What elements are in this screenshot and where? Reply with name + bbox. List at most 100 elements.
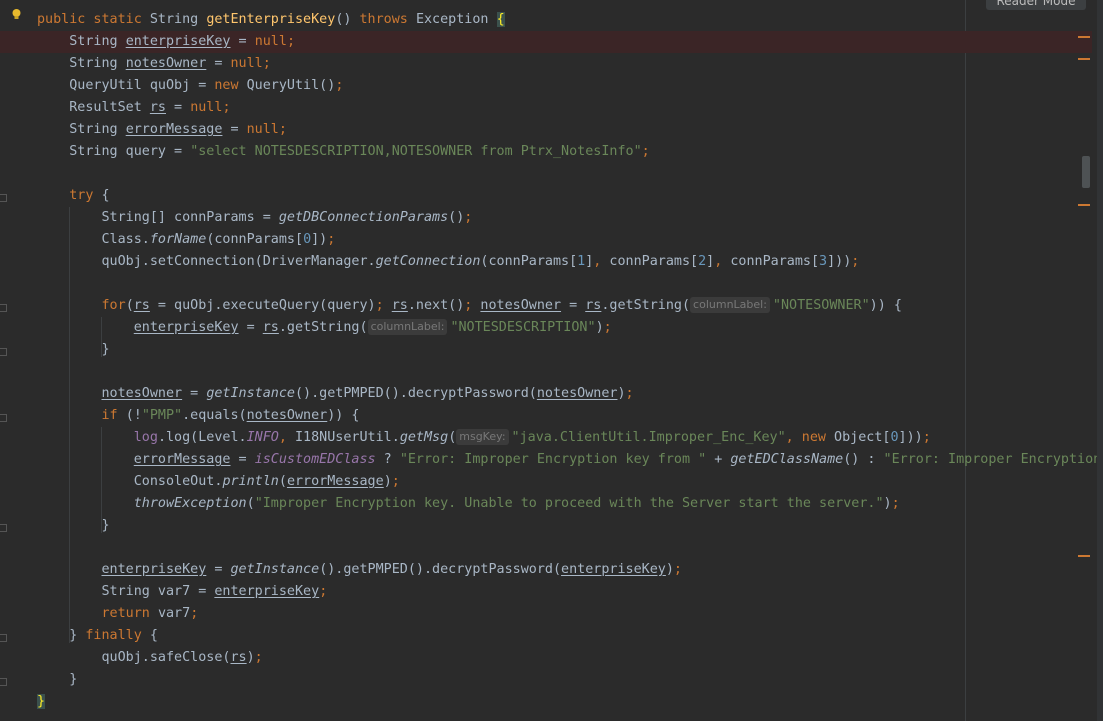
code-token: ( (125, 298, 134, 313)
fold-marker-icon[interactable] (0, 414, 7, 422)
code-token: rs (391, 298, 408, 313)
fold-marker-icon[interactable] (0, 634, 7, 642)
code-line[interactable] (0, 537, 1092, 559)
code-line[interactable] (0, 273, 1092, 295)
code-token: } (37, 694, 46, 709)
code-line[interactable]: return var7; (0, 603, 1092, 625)
scrollbar-thumb[interactable] (1082, 156, 1090, 188)
fold-marker-icon[interactable] (0, 524, 7, 532)
code-text: notesOwner = getInstance().getPMPED().de… (37, 383, 634, 405)
code-line[interactable]: String var7 = enterpriseKey; (0, 581, 1092, 603)
code-token: ; (673, 562, 682, 577)
code-line[interactable]: enterpriseKey = rs.getString(columnLabel… (0, 317, 1092, 339)
code-text: throwException("Improper Encryption key.… (37, 493, 900, 515)
code-token: forName (149, 232, 207, 247)
code-token: 0 (303, 232, 312, 247)
code-token: = (182, 386, 207, 401)
code-token: enterpriseKey (561, 562, 666, 577)
code-token: ( (278, 474, 287, 489)
code-line[interactable]: String notesOwner = null; (0, 53, 1092, 75)
code-token: var7 (157, 606, 191, 621)
code-token: public static (37, 12, 150, 27)
code-line[interactable]: quObj.setConnection(DriverManager.getCon… (0, 251, 1092, 273)
code-line[interactable]: } (0, 669, 1092, 691)
code-token: ; (278, 122, 287, 137)
side-toolbar-edge (1097, 0, 1103, 721)
code-token: new (801, 430, 835, 445)
code-line[interactable]: } (0, 691, 1092, 713)
code-line[interactable]: QueryUtil quObj = new QueryUtil(); (0, 75, 1092, 97)
code-line[interactable]: throwException("Improper Encryption key.… (0, 493, 1092, 515)
reader-mode-button[interactable]: Reader Mode (986, 0, 1086, 10)
code-line[interactable]: ResultSet rs = null; (0, 97, 1092, 119)
code-token: isCustomEDClass (254, 452, 376, 467)
code-line[interactable]: String enterpriseKey = null; (0, 31, 1092, 53)
code-line[interactable]: ConsoleOut.println(errorMessage); (0, 471, 1092, 493)
code-token: ; (391, 474, 400, 489)
warning-stripe-marker[interactable] (1078, 555, 1090, 557)
warning-stripe-marker[interactable] (1078, 58, 1090, 60)
code-line[interactable]: Class.forName(connParams[0]); (0, 229, 1092, 251)
code-text: enterpriseKey = getInstance().getPMPED()… (37, 559, 682, 581)
code-token: ; (891, 496, 900, 511)
code-token: .next() (407, 298, 465, 313)
code-line[interactable]: } finally { (0, 625, 1092, 647)
error-stripe-marker[interactable] (1078, 36, 1090, 38)
code-text: } (37, 669, 77, 691)
code-token: .getString( (601, 298, 691, 313)
code-line[interactable]: try { (0, 185, 1092, 207)
code-text: String notesOwner = null; (37, 53, 271, 75)
code-token: ; (603, 320, 612, 335)
code-line[interactable]: quObj.safeClose(rs); (0, 647, 1092, 669)
code-token: INFO (246, 430, 279, 445)
code-token: , (785, 430, 802, 445)
code-token: notesOwner (101, 386, 183, 401)
code-line[interactable]: notesOwner = getInstance().getPMPED().de… (0, 383, 1092, 405)
code-line[interactable] (0, 163, 1092, 185)
code-line[interactable]: enterpriseKey = getInstance().getPMPED()… (0, 559, 1092, 581)
code-line[interactable]: if (!"PMP".equals(notesOwner)) { (0, 405, 1092, 427)
reader-mode-label: Reader Mode (996, 0, 1076, 8)
code-token: "NOTESOWNER" (772, 298, 870, 313)
code-token: rs (262, 320, 279, 335)
code-token: Class. (37, 232, 150, 247)
code-line[interactable]: errorMessage = isCustomEDClass ? "Error:… (0, 449, 1101, 471)
code-token: } (37, 518, 110, 533)
code-token: (connParams[ (480, 254, 578, 269)
fold-marker-icon[interactable] (0, 348, 7, 356)
code-token: , (278, 430, 295, 445)
code-token: ; (375, 298, 392, 313)
code-token: rs (585, 298, 602, 313)
warning-stripe-marker[interactable] (1078, 204, 1090, 206)
code-line[interactable]: } (0, 515, 1092, 537)
code-line[interactable]: String query = "select NOTESDESCRIPTION,… (0, 141, 1092, 163)
code-token: Exception (415, 12, 497, 27)
code-token: = (206, 562, 231, 577)
lightbulb-icon[interactable] (12, 9, 21, 20)
code-token: } (37, 672, 78, 687)
code-line[interactable] (0, 361, 1092, 383)
code-editor[interactable]: public static String getEnterpriseKey () … (0, 0, 1103, 721)
code-line[interactable]: log.log(Level.INFO, I18NUserUtil.getMsg(… (0, 427, 1092, 449)
code-token: ; (625, 386, 634, 401)
fold-marker-icon[interactable] (0, 678, 7, 686)
fold-marker-icon[interactable] (0, 194, 7, 202)
indent-guide (101, 427, 102, 533)
indent-guide (69, 207, 70, 643)
fold-marker-icon[interactable] (0, 304, 7, 312)
code-line[interactable]: for(rs = quObj.executeQuery(query); rs.n… (0, 295, 1092, 317)
code-line[interactable]: String errorMessage = null; (0, 119, 1092, 141)
code-token: ConsoleOut. (37, 474, 223, 489)
code-token: .log(Level. (157, 430, 247, 445)
code-token: ) (665, 562, 674, 577)
code-line[interactable]: } (0, 339, 1092, 361)
code-token: ) (595, 320, 604, 335)
code-token: ; (464, 298, 481, 313)
code-text: try { (37, 185, 109, 207)
code-line[interactable]: String[] connParams = getDBConnectionPar… (0, 207, 1092, 229)
code-token: if (101, 408, 126, 423)
code-text: String var7 = enterpriseKey; (37, 581, 327, 603)
code-line[interactable]: public static String getEnterpriseKey() … (0, 9, 1092, 31)
